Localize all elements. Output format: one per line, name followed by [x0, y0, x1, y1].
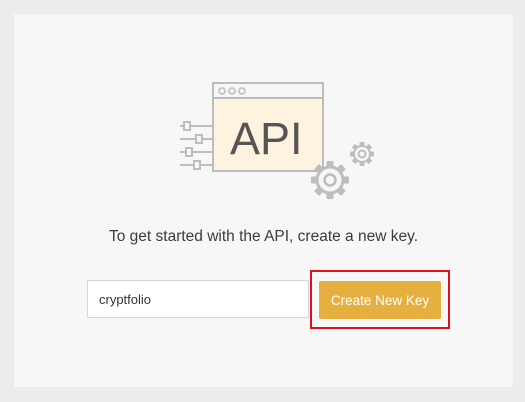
key-name-input[interactable]	[87, 280, 309, 318]
create-new-key-button[interactable]: Create New Key	[319, 281, 441, 319]
api-icon-text: API	[230, 113, 303, 164]
intro-text: To get started with the API, create a ne…	[108, 228, 419, 245]
api-keys-card: API To get started with the API, create …	[14, 14, 513, 387]
api-window-gears-icon: API	[180, 82, 374, 199]
